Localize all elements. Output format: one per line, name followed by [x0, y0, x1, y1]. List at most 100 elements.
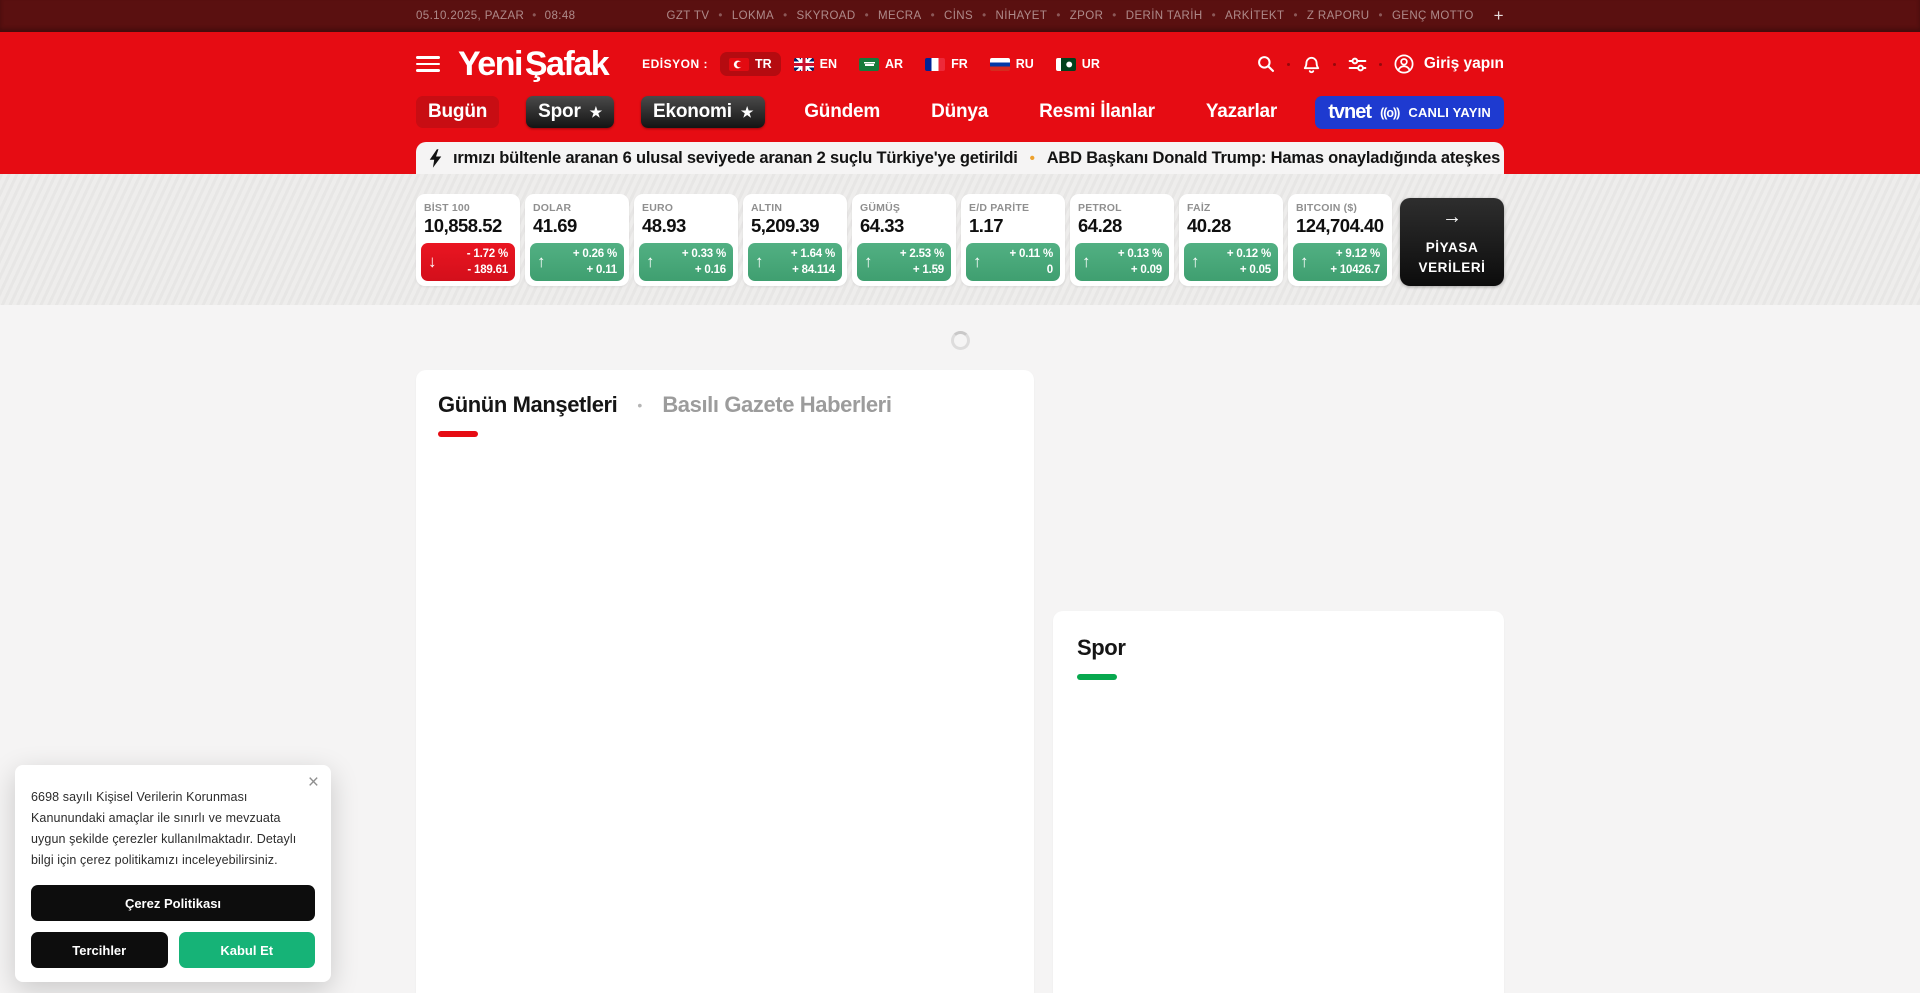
market-box[interactable]: ALTIN 5,209.39 ↑ + 1.64 % + 84.114 — [743, 194, 847, 286]
cta-line2: VERİLERİ — [1418, 258, 1485, 278]
edition-item[interactable]: RU — [981, 52, 1043, 76]
market-value: 1.17 — [966, 215, 1060, 243]
market-change-panel: ↑ + 0.11 % 0 — [966, 243, 1060, 281]
market-change-amount: - 189.61 — [467, 262, 508, 278]
edition-item[interactable]: TR — [720, 52, 781, 76]
trend-arrow-icon: ↓ — [428, 252, 437, 272]
ticker-headline[interactable]: ırmızı bültenle aranan 6 ulusal seviyede… — [453, 149, 1018, 168]
preferences-sliders-icon[interactable] — [1347, 54, 1368, 75]
topbar-brand-link[interactable]: NİHAYET — [973, 10, 1047, 22]
date-time: 05.10.2025, PAZAR 08:48 — [416, 10, 575, 22]
section-title-spor[interactable]: Spor — [1077, 635, 1126, 661]
market-change-percent: + 0.26 % — [573, 246, 617, 262]
tvnet-live-button[interactable]: tvnet ((o)) CANLI YAYIN — [1315, 96, 1504, 129]
market-label: FAİZ — [1184, 199, 1278, 215]
market-label: PETROL — [1075, 199, 1169, 215]
edition-item[interactable]: FR — [916, 52, 977, 76]
header-actions: Giriş yapın — [1256, 53, 1504, 75]
market-value: 10,858.52 — [421, 215, 515, 243]
market-box[interactable]: BİST 100 10,858.52 ↓ - 1.72 % - 189.61 — [416, 194, 520, 286]
edition-code: UR — [1082, 57, 1100, 71]
topbar-brand-link[interactable]: ZPOR — [1047, 10, 1103, 22]
spor-card: Spor — [1053, 611, 1504, 993]
time-label: 08:48 — [532, 10, 575, 22]
plus-icon[interactable]: + — [1494, 6, 1504, 26]
flag-icon — [1056, 58, 1076, 71]
close-icon[interactable]: × — [308, 773, 319, 792]
notifications-bell-icon[interactable] — [1301, 54, 1322, 75]
login-button[interactable]: Giriş yapın — [1393, 53, 1504, 75]
flag-icon — [925, 58, 945, 71]
edition-item[interactable]: AR — [850, 52, 912, 76]
market-data-cta-button[interactable]: → PİYASA VERİLERİ — [1400, 198, 1504, 286]
market-box[interactable]: BITCOIN ($) 124,704.40 ↑ + 9.12 % + 1042… — [1288, 194, 1392, 286]
topbar-brand-link[interactable]: GZT TV — [667, 10, 710, 22]
site-logo[interactable]: Yeni Şafak — [458, 45, 608, 84]
market-change-panel: ↑ + 0.13 % + 0.09 — [1075, 243, 1169, 281]
topbar-brand-link[interactable]: DERİN TARİH — [1103, 10, 1202, 22]
topbar-brand-link[interactable]: Z RAPORU — [1284, 10, 1369, 22]
market-box[interactable]: GÜMÜŞ 64.33 ↑ + 2.53 % + 1.59 — [852, 194, 956, 286]
flag-icon — [729, 58, 749, 71]
preferences-button[interactable]: Tercihler — [31, 932, 168, 968]
star-icon: ★ — [590, 104, 602, 121]
topbar-brand-link[interactable]: SKYROAD — [774, 10, 855, 22]
topbar-brand-link[interactable]: GENÇ MOTTO — [1370, 10, 1474, 22]
edition-list: TR EN AR — [720, 52, 1109, 76]
market-change-percent: + 0.33 % — [682, 246, 726, 262]
hamburger-menu-icon[interactable] — [416, 52, 440, 77]
market-change-percent: + 1.64 % — [791, 246, 835, 262]
ticker-headline[interactable]: ABD Başkanı Donald Trump: Hamas onayladı… — [1018, 149, 1504, 168]
market-box[interactable]: DOLAR 41.69 ↑ + 0.26 % + 0.11 — [525, 194, 629, 286]
cookie-policy-button[interactable]: Çerez Politikası — [31, 885, 315, 921]
market-box[interactable]: E/D PARİTE 1.17 ↑ + 0.11 % 0 — [961, 194, 1065, 286]
nav-item[interactable]: Dünya — [919, 96, 1000, 128]
topbar-brand-link[interactable]: CİNS — [922, 10, 974, 22]
nav-item[interactable]: Ekonomi ★ — [641, 96, 765, 128]
nav-item[interactable]: Resmi İlanlar — [1027, 96, 1167, 128]
tab-gunun-mansetleri[interactable]: Günün Manşetleri — [438, 392, 617, 418]
cta-line1: PİYASA — [1418, 238, 1485, 258]
nav-item[interactable]: Yazarlar — [1194, 96, 1289, 128]
nav-item[interactable]: Bugün — [416, 96, 499, 128]
title-separator-dot: • — [637, 397, 642, 413]
market-change-percent: + 0.11 % — [1010, 246, 1053, 262]
date-label: 05.10.2025, PAZAR — [416, 10, 524, 22]
main-header: Yeni Şafak EDİSYON : TR EN — [0, 32, 1920, 174]
nav-item[interactable]: Spor ★ — [526, 96, 614, 128]
tvnet-live-label: CANLI YAYIN — [1408, 105, 1491, 120]
edition-label: EDİSYON : — [642, 57, 708, 71]
market-change-percent: + 2.53 % — [900, 246, 944, 262]
market-change-panel: ↑ + 0.12 % + 0.05 — [1184, 243, 1278, 281]
market-data-band: BİST 100 10,858.52 ↓ - 1.72 % - 189.61 D… — [0, 174, 1920, 305]
trend-arrow-icon: ↑ — [646, 252, 655, 272]
market-label: BİST 100 — [421, 199, 515, 215]
topbar-brand-links: GZT TVLOKMASKYROADMECRACİNSNİHAYETZPORDE… — [667, 10, 1474, 22]
topbar-brand-link[interactable]: MECRA — [856, 10, 922, 22]
right-arrow-icon: → — [1442, 206, 1462, 229]
nav-item[interactable]: Gündem — [792, 96, 892, 128]
edition-item[interactable]: UR — [1047, 52, 1109, 76]
topbar-brand-link[interactable]: LOKMA — [709, 10, 774, 22]
tvnet-logo: tvnet — [1328, 101, 1371, 124]
market-change-panel: ↑ + 2.53 % + 1.59 — [857, 243, 951, 281]
edition-code: RU — [1016, 57, 1034, 71]
edition-code: AR — [885, 57, 903, 71]
ticker-items: ırmızı bültenle aranan 6 ulusal seviyede… — [453, 149, 1504, 168]
market-label: DOLAR — [530, 199, 624, 215]
search-icon[interactable] — [1256, 54, 1276, 74]
market-change-panel: ↑ + 9.12 % + 10426.7 — [1293, 243, 1387, 281]
accept-button[interactable]: Kabul Et — [179, 932, 316, 968]
market-box[interactable]: FAİZ 40.28 ↑ + 0.12 % + 0.05 — [1179, 194, 1283, 286]
tab-basili-gazete[interactable]: Basılı Gazete Haberleri — [662, 392, 891, 418]
market-box[interactable]: EURO 48.93 ↑ + 0.33 % + 0.16 — [634, 194, 738, 286]
nav-item-label: Yazarlar — [1206, 101, 1277, 123]
top-bar: 05.10.2025, PAZAR 08:48 GZT TVLOKMASKYRO… — [0, 0, 1920, 32]
edition-item[interactable]: EN — [785, 52, 846, 76]
market-box[interactable]: PETROL 64.28 ↑ + 0.13 % + 0.09 — [1070, 194, 1174, 286]
market-change-amount: + 1.59 — [900, 262, 944, 278]
topbar-brand-link[interactable]: ARKİTEKT — [1203, 10, 1285, 22]
market-change-panel: ↑ + 0.33 % + 0.16 — [639, 243, 733, 281]
nav-item-label: Spor — [538, 101, 580, 123]
headlines-card: Günün Manşetleri • Basılı Gazete Haberle… — [416, 370, 1034, 993]
